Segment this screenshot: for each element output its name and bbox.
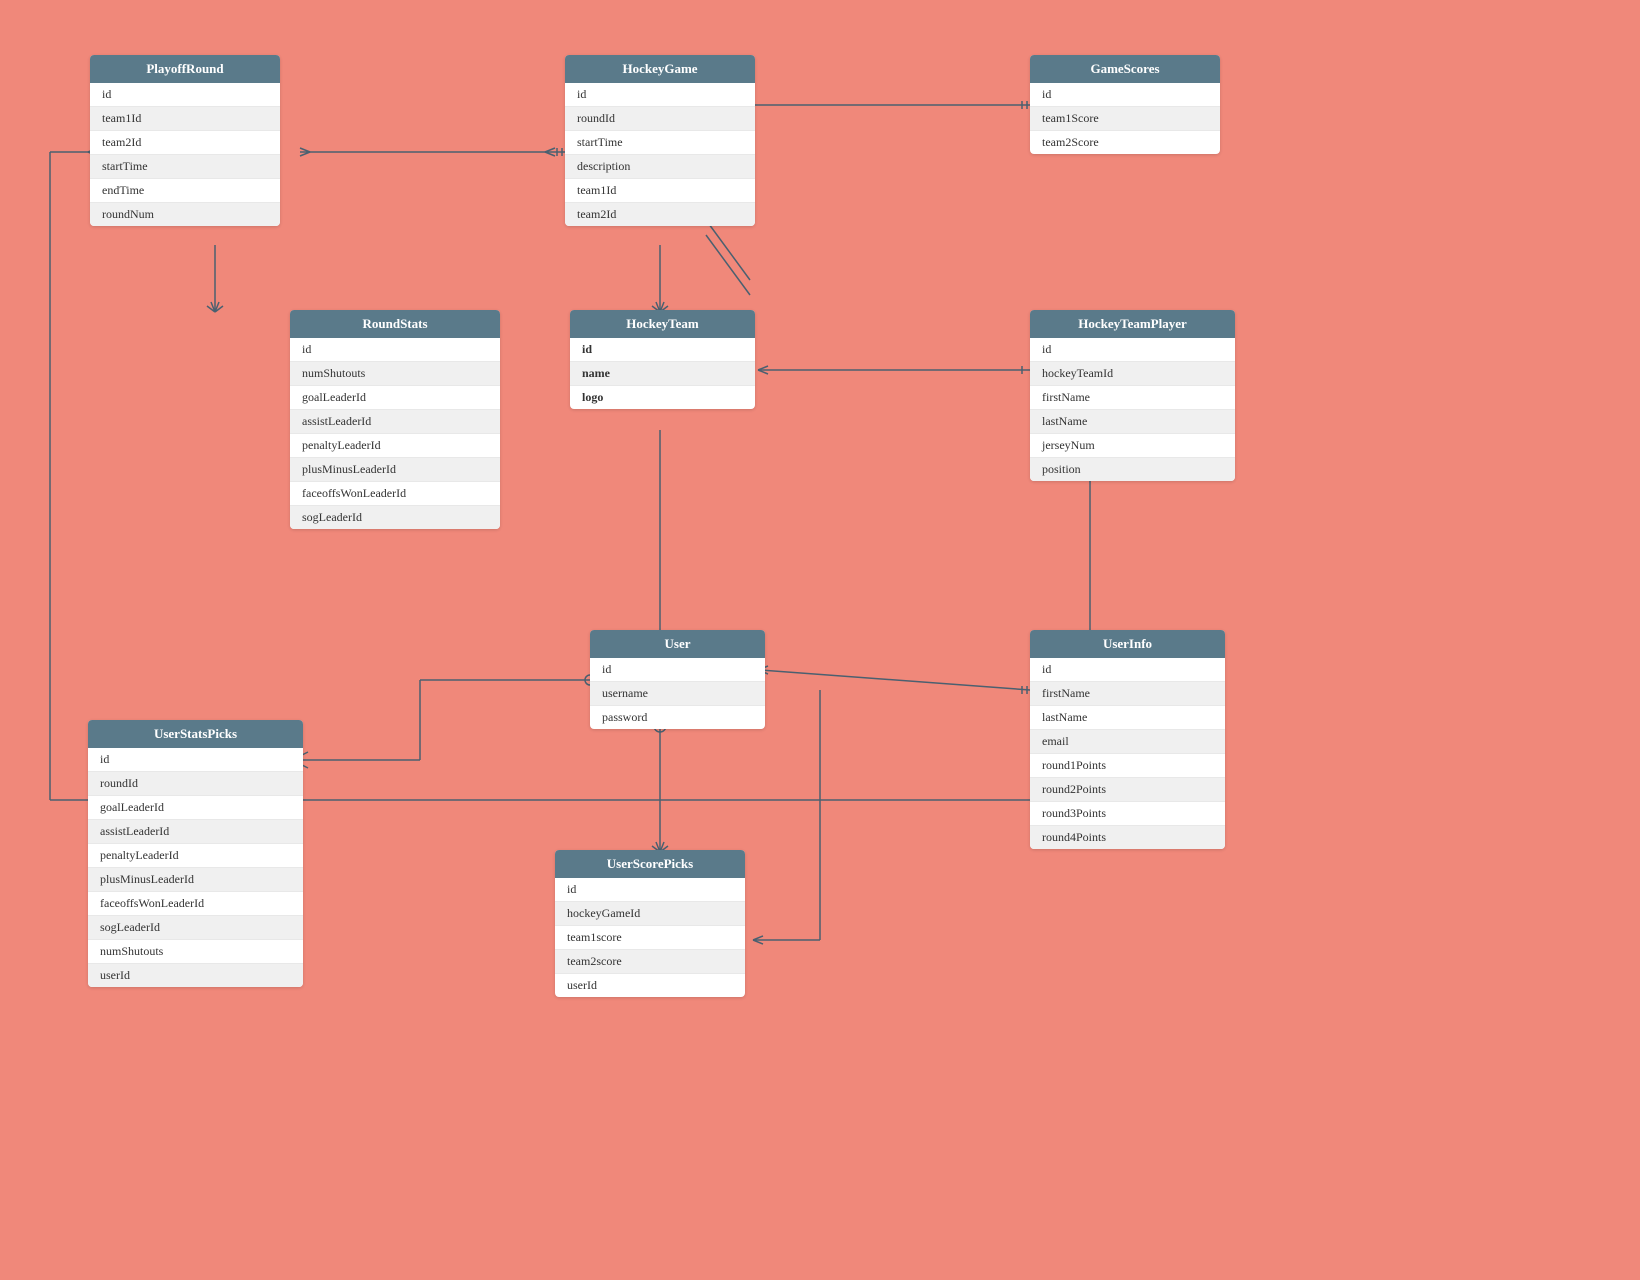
entity-hockeyteam: HockeyTeam id name logo <box>570 310 755 409</box>
field-ui-lastname: lastName <box>1030 706 1225 730</box>
field-htp-position: position <box>1030 458 1235 481</box>
entity-roundstats: RoundStats id numShutouts goalLeaderId a… <box>290 310 500 529</box>
entity-header-hockeyteam: HockeyTeam <box>570 310 755 338</box>
field-hg-id: id <box>565 83 755 107</box>
field-ht-name: name <box>570 362 755 386</box>
field-usp-faceoffswonleaderid: faceoffsWonLeaderId <box>88 892 303 916</box>
entity-hockeyteamplayer: HockeyTeamPlayer id hockeyTeamId firstNa… <box>1030 310 1235 481</box>
entity-header-roundstats: RoundStats <box>290 310 500 338</box>
entity-userinfo: UserInfo id firstName lastName email rou… <box>1030 630 1225 849</box>
field-ui-round2points: round2Points <box>1030 778 1225 802</box>
field-htp-id: id <box>1030 338 1235 362</box>
field-uscp-id: id <box>555 878 745 902</box>
field-htp-lastname: lastName <box>1030 410 1235 434</box>
field-usp-assistleaderid: assistLeaderId <box>88 820 303 844</box>
field-gs-id: id <box>1030 83 1220 107</box>
field-htp-hockeyteamid: hockeyTeamId <box>1030 362 1235 386</box>
field-uscp-hockeygameid: hockeyGameId <box>555 902 745 926</box>
field-ht-id: id <box>570 338 755 362</box>
field-u-password: password <box>590 706 765 729</box>
field-hg-team2id: team2Id <box>565 203 755 226</box>
field-gs-team1score: team1Score <box>1030 107 1220 131</box>
field-usp-goalleaderid: goalLeaderId <box>88 796 303 820</box>
field-usp-sogleaderid: sogLeaderId <box>88 916 303 940</box>
field-usp-roundid: roundId <box>88 772 303 796</box>
field-usp-id: id <box>88 748 303 772</box>
entity-header-hockeyteamplayer: HockeyTeamPlayer <box>1030 310 1235 338</box>
field-ui-round3points: round3Points <box>1030 802 1225 826</box>
field-uscp-team1score: team1score <box>555 926 745 950</box>
field-rs-assistleaderid: assistLeaderId <box>290 410 500 434</box>
entity-gamescores: GameScores id team1Score team2Score <box>1030 55 1220 154</box>
field-rs-id: id <box>290 338 500 362</box>
field-ht-logo: logo <box>570 386 755 409</box>
field-pr-id: id <box>90 83 280 107</box>
field-u-username: username <box>590 682 765 706</box>
field-rs-plusminusleaderid: plusMinusLeaderId <box>290 458 500 482</box>
field-ui-round4points: round4Points <box>1030 826 1225 849</box>
entity-userstatspicks: UserStatsPicks id roundId goalLeaderId a… <box>88 720 303 987</box>
field-hg-description: description <box>565 155 755 179</box>
field-hg-team1id: team1Id <box>565 179 755 203</box>
field-pr-starttime: startTime <box>90 155 280 179</box>
field-pr-team1id: team1Id <box>90 107 280 131</box>
entity-header-gamescores: GameScores <box>1030 55 1220 83</box>
field-ui-email: email <box>1030 730 1225 754</box>
field-pr-team2id: team2Id <box>90 131 280 155</box>
entity-header-playoffround: PlayoffRound <box>90 55 280 83</box>
entity-header-userscorepicks: UserScorePicks <box>555 850 745 878</box>
entity-userscorepicks: UserScorePicks id hockeyGameId team1scor… <box>555 850 745 997</box>
entity-header-userstatspicks: UserStatsPicks <box>88 720 303 748</box>
field-uscp-userid: userId <box>555 974 745 997</box>
entity-user: User id username password <box>590 630 765 729</box>
entity-playoffround: PlayoffRound id team1Id team2Id startTim… <box>90 55 280 226</box>
field-uscp-team2score: team2score <box>555 950 745 974</box>
field-rs-penaltyleaderid: penaltyLeaderId <box>290 434 500 458</box>
field-htp-firstname: firstName <box>1030 386 1235 410</box>
entity-header-hockeygame: HockeyGame <box>565 55 755 83</box>
field-rs-goalleaderid: goalLeaderId <box>290 386 500 410</box>
field-rs-faceoffswonleaderid: faceoffsWonLeaderId <box>290 482 500 506</box>
field-usp-plusminusleaderid: plusMinusLeaderId <box>88 868 303 892</box>
field-usp-userid: userId <box>88 964 303 987</box>
field-ui-round1points: round1Points <box>1030 754 1225 778</box>
field-hg-roundid: roundId <box>565 107 755 131</box>
field-ui-firstname: firstName <box>1030 682 1225 706</box>
entity-header-userinfo: UserInfo <box>1030 630 1225 658</box>
field-gs-team2score: team2Score <box>1030 131 1220 154</box>
entity-hockeygame: HockeyGame id roundId startTime descript… <box>565 55 755 226</box>
field-rs-sogleaderid: sogLeaderId <box>290 506 500 529</box>
field-pr-roundnum: roundNum <box>90 203 280 226</box>
field-htp-jerseynum: jerseyNum <box>1030 434 1235 458</box>
field-rs-numshutouts: numShutouts <box>290 362 500 386</box>
entity-header-user: User <box>590 630 765 658</box>
field-hg-starttime: startTime <box>565 131 755 155</box>
field-ui-id: id <box>1030 658 1225 682</box>
field-pr-endtime: endTime <box>90 179 280 203</box>
diagram-container: PlayoffRound id team1Id team2Id startTim… <box>0 0 1640 1280</box>
field-usp-penaltyleaderid: penaltyLeaderId <box>88 844 303 868</box>
field-usp-numshutouts: numShutouts <box>88 940 303 964</box>
field-u-id: id <box>590 658 765 682</box>
